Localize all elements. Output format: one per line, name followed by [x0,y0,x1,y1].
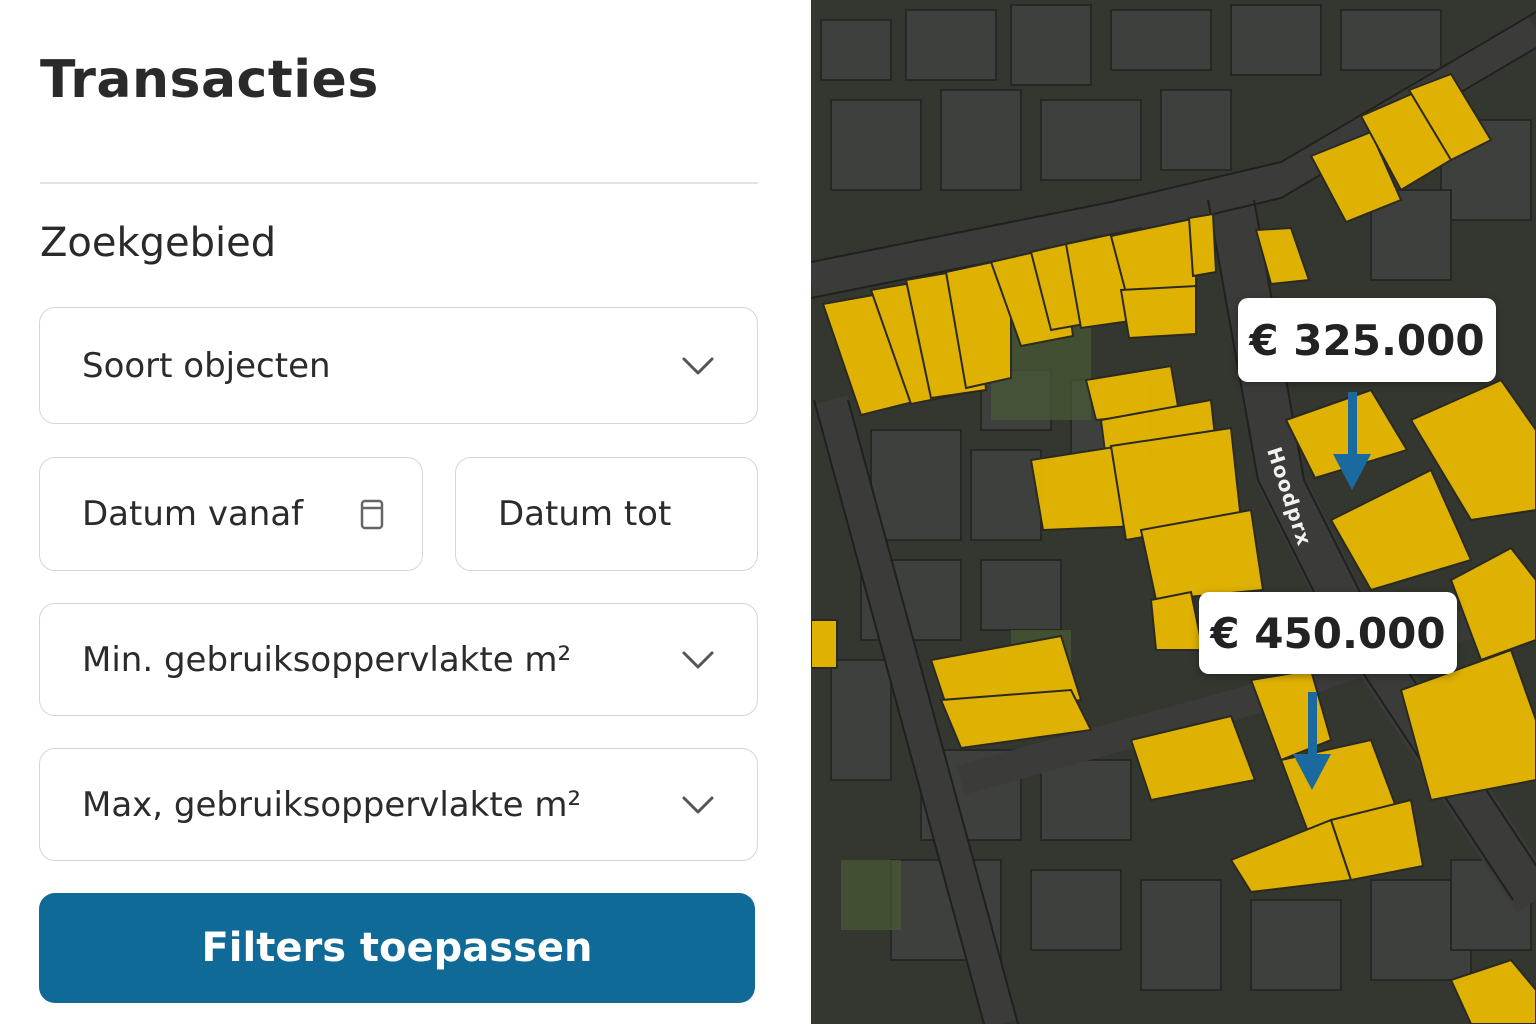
price-marker-1[interactable]: € 325.000 [1238,298,1496,382]
object-type-select[interactable]: Soort objecten [39,307,758,424]
divider [40,182,758,184]
page-title: Transacties [40,50,379,110]
date-from-label: Datum vanaf [82,494,304,534]
map-view[interactable]: Hoodprx € 325.000 € 450.000 [811,0,1536,1024]
min-area-select[interactable]: Min. gebruiksoppervlakte m² [39,603,758,716]
max-area-label: Max, gebruiksoppervlakte m² [82,784,582,825]
chevron-down-icon [682,357,714,374]
date-to-field[interactable]: Datum tot [455,457,758,571]
filter-panel: Transacties Zoekgebied Soort objecten Da… [0,0,811,1024]
arrow-down-icon [1293,692,1331,790]
arrow-down-icon [1333,392,1371,490]
calendar-icon [360,499,384,530]
aerial-map[interactable] [811,0,1536,1024]
apply-filters-button[interactable]: Filters toepassen [39,893,755,1003]
price-marker-2[interactable]: € 450.000 [1199,592,1457,674]
date-to-label: Datum tot [498,494,672,534]
chevron-down-icon [682,796,714,813]
max-area-select[interactable]: Max, gebruiksoppervlakte m² [39,748,758,861]
date-from-field[interactable]: Datum vanaf [39,457,423,571]
object-type-label: Soort objecten [82,345,331,386]
min-area-label: Min. gebruiksoppervlakte m² [82,639,572,680]
chevron-down-icon [682,651,714,668]
section-title: Zoekgebied [40,220,277,266]
